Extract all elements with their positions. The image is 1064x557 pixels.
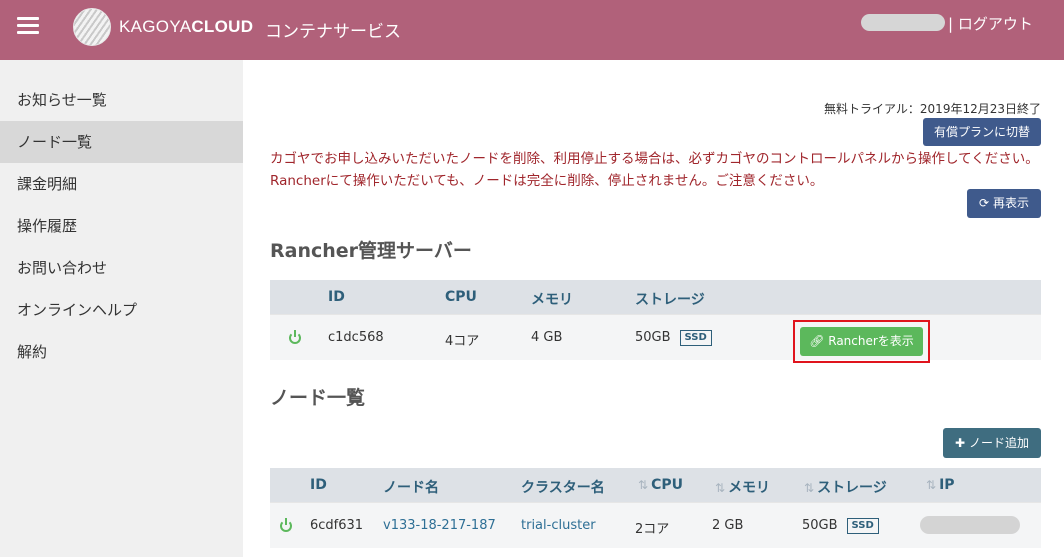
col-node-name: ノード名 <box>383 480 439 496</box>
service-name: コンテナサービス <box>265 22 401 42</box>
warning-message: カゴヤでお申し込みいただいたノードを削除、利用停止する場合は、必ずカゴヤのコント… <box>270 151 1039 189</box>
node-ip-redacted <box>920 516 1020 534</box>
hamburger-menu-icon[interactable] <box>17 14 39 36</box>
rancher-server-table: ID CPU メモリ ストレージ c1dc568 4コア 4 GB 50GB SS… <box>270 280 1041 363</box>
table-header: ID CPU メモリ ストレージ <box>270 280 1041 314</box>
sidebar-item-help[interactable]: オンラインヘルプ <box>0 289 243 331</box>
node-memory: 2 GB <box>712 518 744 533</box>
plus-icon: ✚ <box>955 436 966 450</box>
table-row: c1dc568 4コア 4 GB 50GB SSD 🔗︎ Rancherを表示 <box>270 314 1041 363</box>
table-row: 6cdf631 v133-18-217-187 trial-cluster 2コ… <box>270 502 1041 548</box>
main-content: 無料トライアル：2019年12月23日終了 有償プランに切替 カゴヤでお申し込み… <box>243 60 1064 557</box>
col-memory-sortable[interactable]: ⇅ メモリ <box>715 477 770 497</box>
refresh-icon: ⟳ <box>979 196 990 210</box>
sidebar-item-nodes[interactable]: ノード一覧 <box>0 121 243 163</box>
col-storage-sortable[interactable]: ⇅ ストレージ <box>804 477 887 497</box>
cluster-name-link[interactable]: trial-cluster <box>521 518 596 533</box>
node-id: 6cdf631 <box>310 518 364 533</box>
rancher-button-highlight: 🔗︎ Rancherを表示 <box>793 320 930 363</box>
logo-sphere-icon <box>73 8 111 46</box>
power-on-icon <box>289 330 301 344</box>
nodes-table: ID ノード名 クラスター名 ⇅ CPU ⇅ メモリ ⇅ ストレージ ⇅ IP 6cdf… <box>270 468 1041 548</box>
table-header: ID ノード名 クラスター名 ⇅ CPU ⇅ メモリ ⇅ ストレージ ⇅ IP <box>270 468 1041 502</box>
user-name-redacted <box>861 14 945 31</box>
link-icon: 🔗︎ <box>809 334 825 348</box>
rancher-cpu: 4コア <box>445 334 480 349</box>
col-cpu-sortable[interactable]: ⇅ CPU <box>638 477 683 493</box>
col-id: ID <box>328 289 345 305</box>
col-cpu: CPU <box>445 289 477 305</box>
nodes-section-title: ノード一覧 <box>270 387 366 409</box>
col-memory: メモリ <box>531 292 573 308</box>
node-name-link[interactable]: v133-18-217-187 <box>383 518 496 533</box>
col-storage: ストレージ <box>635 292 705 308</box>
sort-icon: ⇅ <box>804 481 815 495</box>
power-on-icon <box>280 518 292 532</box>
upgrade-plan-button[interactable]: 有償プランに切替 <box>923 118 1041 146</box>
col-ip-sortable[interactable]: ⇅ IP <box>926 477 955 493</box>
ssd-badge: SSD <box>846 518 879 534</box>
sort-icon: ⇅ <box>638 478 649 492</box>
rancher-memory: 4 GB <box>531 330 563 345</box>
sidebar-item-notices[interactable]: お知らせ一覧 <box>0 79 243 121</box>
sidebar-item-history[interactable]: 操作履歴 <box>0 205 243 247</box>
sort-icon: ⇅ <box>715 481 726 495</box>
col-cluster-name: クラスター名 <box>521 480 605 496</box>
sidebar-item-contact[interactable]: お問い合わせ <box>0 247 243 289</box>
sidebar-item-billing[interactable]: 課金明細 <box>0 163 243 205</box>
add-node-button[interactable]: ✚ ノード追加 <box>943 428 1041 458</box>
app-header: KAGOYACLOUD コンテナサービス | ログアウト <box>0 0 1064 60</box>
sidebar: お知らせ一覧 ノード一覧 課金明細 操作履歴 お問い合わせ オンラインヘルプ 解… <box>0 60 243 557</box>
logo-text: KAGOYACLOUD <box>119 17 254 36</box>
open-rancher-button[interactable]: 🔗︎ Rancherを表示 <box>800 327 923 356</box>
trial-notice: 無料トライアル：2019年12月23日終了 <box>824 102 1041 116</box>
rancher-section-title: Rancher管理サーバー <box>270 240 472 262</box>
sidebar-item-cancel[interactable]: 解約 <box>0 331 243 373</box>
node-cpu: 2コア <box>635 522 670 537</box>
rancher-id: c1dc568 <box>328 330 384 345</box>
kagoya-cloud-logo[interactable]: KAGOYACLOUD <box>73 8 253 46</box>
node-storage: 50GB SSD <box>802 518 879 534</box>
logout-link[interactable]: | ログアウト <box>948 13 1033 34</box>
rancher-storage: 50GB SSD <box>635 330 712 346</box>
refresh-button[interactable]: ⟳ 再表示 <box>967 189 1041 218</box>
col-id: ID <box>310 477 327 493</box>
ssd-badge: SSD <box>679 330 712 346</box>
sort-icon: ⇅ <box>926 478 937 492</box>
